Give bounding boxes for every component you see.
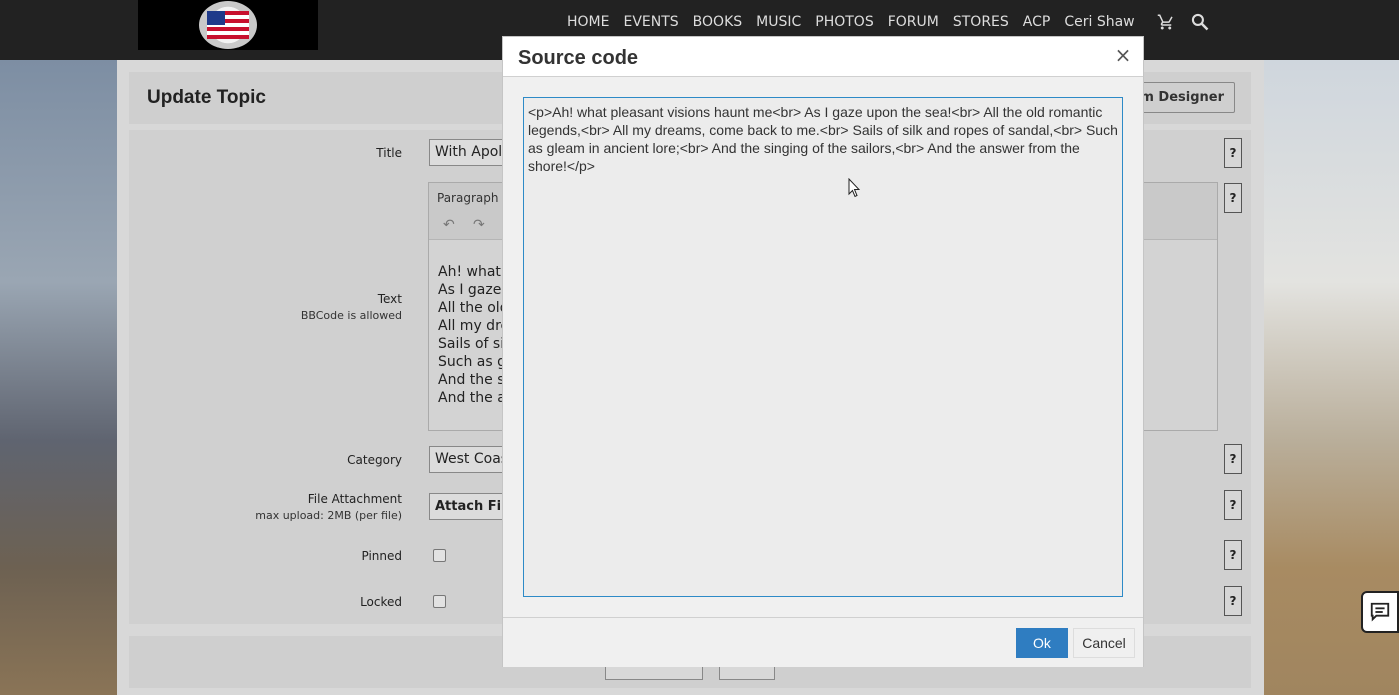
dialog-footer: Ok Cancel <box>503 617 1143 667</box>
dialog-body: <p>Ah! what pleasant visions haunt me<br… <box>503 77 1143 617</box>
nav-forum[interactable]: FORUM <box>888 14 939 30</box>
background-landscape-left <box>0 60 117 695</box>
cart-icon[interactable] <box>1156 12 1176 32</box>
pinned-checkbox[interactable] <box>433 549 446 562</box>
source-code-textarea[interactable]: <p>Ah! what pleasant visions haunt me<br… <box>523 97 1123 597</box>
search-icon[interactable] <box>1190 12 1210 32</box>
text-label: Text <box>377 292 402 306</box>
nav-stores[interactable]: STORES <box>953 14 1009 30</box>
redo-icon[interactable]: ↷ <box>473 217 485 233</box>
flag-seal-icon <box>199 1 257 49</box>
mouse-pointer-icon <box>848 178 860 198</box>
text-label-group: Text BBCode is allowed <box>301 292 402 322</box>
text-help-button[interactable]: ? <box>1224 183 1242 213</box>
page-title: Update Topic <box>147 87 266 108</box>
paragraph-format-select[interactable]: Paragraph <box>437 191 498 205</box>
nav-photos[interactable]: PHOTOS <box>815 14 873 30</box>
nav-home[interactable]: HOME <box>567 14 609 30</box>
file-help-button[interactable]: ? <box>1224 490 1242 520</box>
cancel-button[interactable]: Cancel <box>1073 628 1135 658</box>
nav-user[interactable]: Ceri Shaw <box>1064 14 1134 30</box>
site-logo[interactable] <box>138 0 318 50</box>
dialog-header: Source code × <box>503 37 1143 77</box>
nav-music[interactable]: MUSIC <box>756 14 801 30</box>
nav-books[interactable]: BOOKS <box>693 14 742 30</box>
bbcode-note: BBCode is allowed <box>300 309 402 322</box>
nav-events[interactable]: EVENTS <box>623 14 678 30</box>
close-icon[interactable]: × <box>1113 45 1133 65</box>
pinned-help-button[interactable]: ? <box>1224 540 1242 570</box>
file-attachment-label: File Attachment <box>307 492 402 506</box>
category-label: Category <box>347 453 402 467</box>
title-help-button[interactable]: ? <box>1224 138 1242 168</box>
locked-help-button[interactable]: ? <box>1224 586 1242 616</box>
undo-icon[interactable]: ↶ <box>443 217 455 233</box>
dialog-title: Source code <box>518 47 639 69</box>
locked-label: Locked <box>360 595 402 609</box>
file-label-group: File Attachment max upload: 2MB (per fil… <box>255 492 402 522</box>
category-help-button[interactable]: ? <box>1224 444 1242 474</box>
nav-acp[interactable]: ACP <box>1023 14 1051 30</box>
locked-checkbox[interactable] <box>433 595 446 608</box>
title-label: Title <box>376 146 402 160</box>
pinned-label: Pinned <box>361 549 402 563</box>
source-code-dialog: Source code × <p>Ah! what pleasant visio… <box>502 36 1144 667</box>
max-upload-note: max upload: 2MB (per file) <box>255 509 402 522</box>
chat-icon[interactable] <box>1361 591 1399 633</box>
ok-button[interactable]: Ok <box>1016 628 1068 658</box>
